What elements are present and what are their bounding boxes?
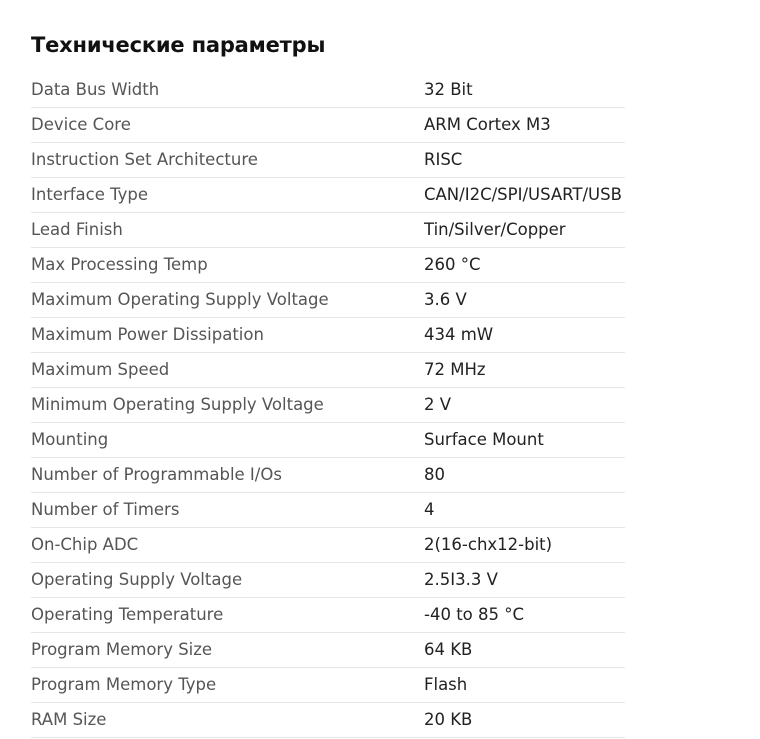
spec-value: 72 MHz	[424, 352, 625, 389]
spec-value: 20 KB	[424, 702, 625, 739]
spec-row: Operating Supply Voltage 2.5I3.3 V	[31, 562, 625, 599]
spec-value: 32 Bit	[424, 73, 625, 109]
spec-name: Maximum Speed	[31, 352, 424, 389]
spec-name: Number of Programmable I/Os	[31, 457, 424, 494]
spec-value: RISC	[424, 142, 625, 179]
spec-value: 3.6 V	[424, 282, 625, 319]
spec-value: -40 to 85 °C	[424, 597, 625, 634]
spec-row: Maximum Operating Supply Voltage 3.6 V	[31, 282, 625, 319]
spec-row: On-Chip ADC 2(16-chx12-bit)	[31, 527, 625, 564]
spec-row: Instruction Set Architecture RISC	[31, 142, 625, 179]
spec-row: Max Processing Temp 260 °C	[31, 247, 625, 284]
spec-name: Maximum Operating Supply Voltage	[31, 282, 424, 319]
specs-table-body: Data Bus Width 32 Bit Device Core ARM Corte…	[31, 73, 625, 739]
spec-name: Operating Supply Voltage	[31, 562, 424, 599]
spec-name: Program Memory Type	[31, 667, 424, 704]
spec-value: 434 mW	[424, 317, 625, 354]
spec-value: 2 V	[424, 387, 625, 424]
spec-row: Number of Programmable I/Os 80	[31, 457, 625, 494]
spec-value: ARM Cortex M3	[424, 107, 625, 144]
spec-name: Device Core	[31, 107, 424, 144]
spec-name: Maximum Power Dissipation	[31, 317, 424, 354]
spec-row: Program Memory Size 64 KB	[31, 632, 625, 669]
spec-name: Operating Temperature	[31, 597, 424, 634]
spec-name: On-Chip ADC	[31, 527, 424, 564]
spec-row: Maximum Speed 72 MHz	[31, 352, 625, 389]
section-title: Технические параметры	[31, 33, 326, 57]
spec-row: Mounting Surface Mount	[31, 422, 625, 459]
spec-row: Interface Type CAN/I2C/SPI/USART/USB	[31, 177, 625, 214]
spec-name: Data Bus Width	[31, 73, 424, 109]
spec-name: Interface Type	[31, 177, 424, 214]
spec-value: CAN/I2C/SPI/USART/USB	[424, 177, 625, 214]
spec-value: Flash	[424, 667, 625, 704]
spec-value: 64 KB	[424, 632, 625, 669]
spec-value: 2(16-chx12-bit)	[424, 527, 625, 564]
spec-row: Device Core ARM Cortex M3	[31, 107, 625, 144]
spec-name: RAM Size	[31, 702, 424, 739]
spec-value: Surface Mount	[424, 422, 625, 459]
spec-name: Number of Timers	[31, 492, 424, 529]
spec-value: 4	[424, 492, 625, 529]
spec-value: 2.5I3.3 V	[424, 562, 625, 599]
spec-name: Lead Finish	[31, 212, 424, 249]
spec-value: Tin/Silver/Copper	[424, 212, 625, 249]
spec-name: Minimum Operating Supply Voltage	[31, 387, 424, 424]
spec-row: Minimum Operating Supply Voltage 2 V	[31, 387, 625, 424]
spec-row: Number of Timers 4	[31, 492, 625, 529]
spec-name: Mounting	[31, 422, 424, 459]
spec-row: Data Bus Width 32 Bit	[31, 73, 625, 109]
spec-row: Operating Temperature -40 to 85 °C	[31, 597, 625, 634]
spec-row: RAM Size 20 KB	[31, 702, 625, 739]
spec-value: 80	[424, 457, 625, 494]
spec-name: Instruction Set Architecture	[31, 142, 424, 179]
spec-row: Maximum Power Dissipation 434 mW	[31, 317, 625, 354]
spec-row: Lead Finish Tin/Silver/Copper	[31, 212, 625, 249]
specs-table: Data Bus Width 32 Bit Device Core ARM Corte…	[31, 73, 625, 739]
spec-name: Max Processing Temp	[31, 247, 424, 284]
spec-value: 260 °C	[424, 247, 625, 284]
specs-section: Технические параметры Data Bus Width 32 B…	[31, 30, 625, 739]
spec-row: Program Memory Type Flash	[31, 667, 625, 704]
spec-name: Program Memory Size	[31, 632, 424, 669]
